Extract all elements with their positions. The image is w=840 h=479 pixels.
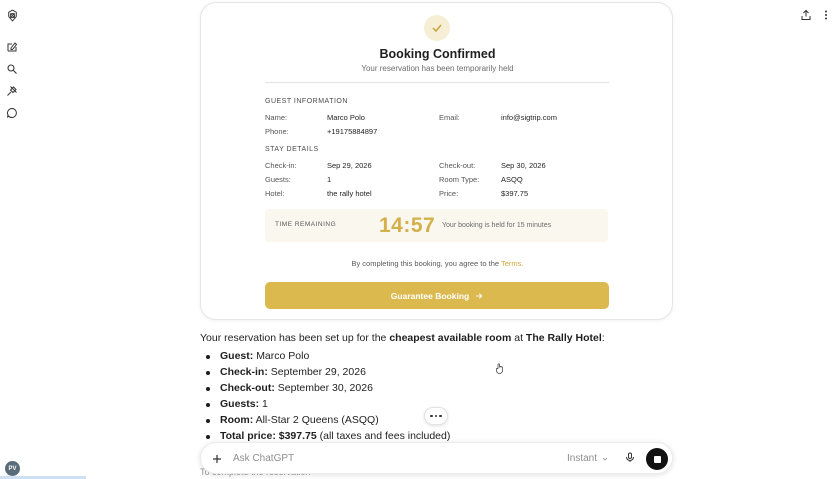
terms-prefix: By completing this booking, you agree to… bbox=[351, 259, 500, 268]
hotel-value: the rally hotel bbox=[327, 189, 372, 198]
intro-text-3: : bbox=[601, 332, 605, 344]
sidebar: PV bbox=[0, 0, 24, 479]
phone-value: +19175884897 bbox=[327, 127, 378, 136]
intro-bold-1: cheapest available room bbox=[389, 332, 512, 344]
mode-selector[interactable]: Instant bbox=[567, 453, 609, 464]
chat-bubble-icon[interactable] bbox=[5, 106, 19, 120]
email-value: info@sigtrip.com bbox=[501, 113, 557, 122]
bullet-value: 1 bbox=[262, 398, 268, 410]
checkin-value: Sep 29, 2026 bbox=[327, 161, 372, 170]
guests-label: Guests: bbox=[265, 175, 291, 184]
guarantee-booking-button[interactable]: Guarantee Booking bbox=[265, 282, 609, 309]
card-title: Booking Confirmed bbox=[379, 47, 496, 61]
bullet-label: Guests: bbox=[220, 398, 260, 410]
chevron-down-icon bbox=[602, 457, 608, 461]
room-type-value: ASQQ bbox=[501, 175, 523, 184]
intro-text-1: Your reservation has been set up for the bbox=[200, 332, 387, 344]
price-label: Price: bbox=[439, 189, 459, 198]
name-label: Name: bbox=[265, 113, 288, 122]
composer[interactable]: Ask ChatGPT Instant bbox=[200, 442, 673, 474]
bullet-label: Check-in: bbox=[220, 366, 268, 378]
plus-icon[interactable] bbox=[211, 452, 224, 465]
time-remaining-label: TIME REMAINING bbox=[275, 221, 337, 228]
name-value: Marco Polo bbox=[327, 113, 365, 122]
card-subtitle: Your reservation has been temporarily he… bbox=[361, 64, 514, 73]
divider bbox=[265, 82, 609, 83]
bullet-label: Total price: $397.75 bbox=[220, 430, 317, 442]
intro-bold-2: The Rally Hotel bbox=[525, 332, 602, 344]
guest-section-heading: GUEST INFORMATION bbox=[265, 98, 348, 105]
chat-input[interactable]: Ask ChatGPT bbox=[233, 453, 294, 464]
countdown-timer: 14:57 bbox=[379, 214, 436, 237]
stop-icon bbox=[653, 455, 661, 463]
bullet-value: (all taxes and fees included) bbox=[319, 430, 451, 442]
mode-label: Instant bbox=[567, 453, 598, 464]
message-intro: Your reservation has been set up for the… bbox=[200, 332, 605, 344]
dot bbox=[434, 414, 438, 418]
guarantee-booking-label: Guarantee Booking bbox=[390, 290, 470, 301]
list-item: Total price: $397.75 (all taxes and fees… bbox=[206, 430, 450, 442]
search-icon[interactable] bbox=[5, 62, 19, 76]
intro-text-2: at bbox=[514, 332, 523, 344]
booking-card: Booking Confirmed Your reservation has b… bbox=[200, 2, 673, 320]
room-type-label: Room Type: bbox=[439, 175, 480, 184]
arrow-right-icon bbox=[476, 292, 483, 299]
checkin-label: Check-in: bbox=[265, 161, 297, 170]
dot bbox=[430, 414, 433, 418]
terms-text: By completing this booking, you agree to… bbox=[201, 259, 674, 268]
mic-icon[interactable] bbox=[624, 451, 638, 465]
guests-value: 1 bbox=[327, 175, 332, 184]
more-options-button[interactable] bbox=[424, 407, 448, 425]
bullet-value: September 29, 2026 bbox=[270, 366, 366, 378]
checkout-label: Check-out: bbox=[439, 161, 476, 170]
openai-logo-icon[interactable] bbox=[5, 8, 19, 22]
list-item: Check-out: September 30, 2026 bbox=[206, 382, 373, 394]
price-value: $397.75 bbox=[501, 189, 529, 198]
stay-section-heading: STAY DETAILS bbox=[265, 146, 319, 153]
hotel-label: Hotel: bbox=[265, 189, 285, 198]
pin-icon[interactable] bbox=[5, 84, 19, 98]
hold-note: Your booking is held for 15 minutes bbox=[442, 222, 552, 229]
bullet-value: All-Star 2 Queens (ASQQ) bbox=[255, 414, 379, 426]
bullet-value: September 30, 2026 bbox=[277, 382, 373, 394]
list-item: Check-in: September 29, 2026 bbox=[206, 366, 366, 378]
list-item: Guests: 1 bbox=[206, 398, 268, 410]
kebab-icon[interactable] bbox=[820, 8, 834, 22]
stop-button[interactable] bbox=[646, 448, 668, 470]
dot bbox=[439, 414, 442, 418]
terms-link[interactable]: Terms. bbox=[501, 259, 524, 268]
phone-label: Phone: bbox=[265, 127, 289, 136]
checkout-value: Sep 30, 2026 bbox=[501, 161, 546, 170]
avatar[interactable]: PV bbox=[5, 461, 20, 476]
bullet-value: Marco Polo bbox=[256, 350, 310, 362]
list-item: Guest: Marco Polo bbox=[206, 350, 309, 362]
list-item: Room: All-Star 2 Queens (ASQQ) bbox=[206, 414, 379, 426]
bullet-label: Guest: bbox=[220, 350, 254, 362]
check-icon bbox=[424, 15, 450, 41]
new-chat-icon[interactable] bbox=[5, 40, 19, 54]
bullet-label: Check-out: bbox=[220, 382, 275, 394]
email-label: Email: bbox=[439, 113, 460, 122]
bullet-label: Room: bbox=[220, 414, 254, 426]
hand-cursor-icon bbox=[495, 361, 505, 374]
time-remaining-panel: TIME REMAINING 14:57 Your booking is hel… bbox=[265, 209, 608, 242]
share-icon[interactable] bbox=[800, 8, 814, 22]
